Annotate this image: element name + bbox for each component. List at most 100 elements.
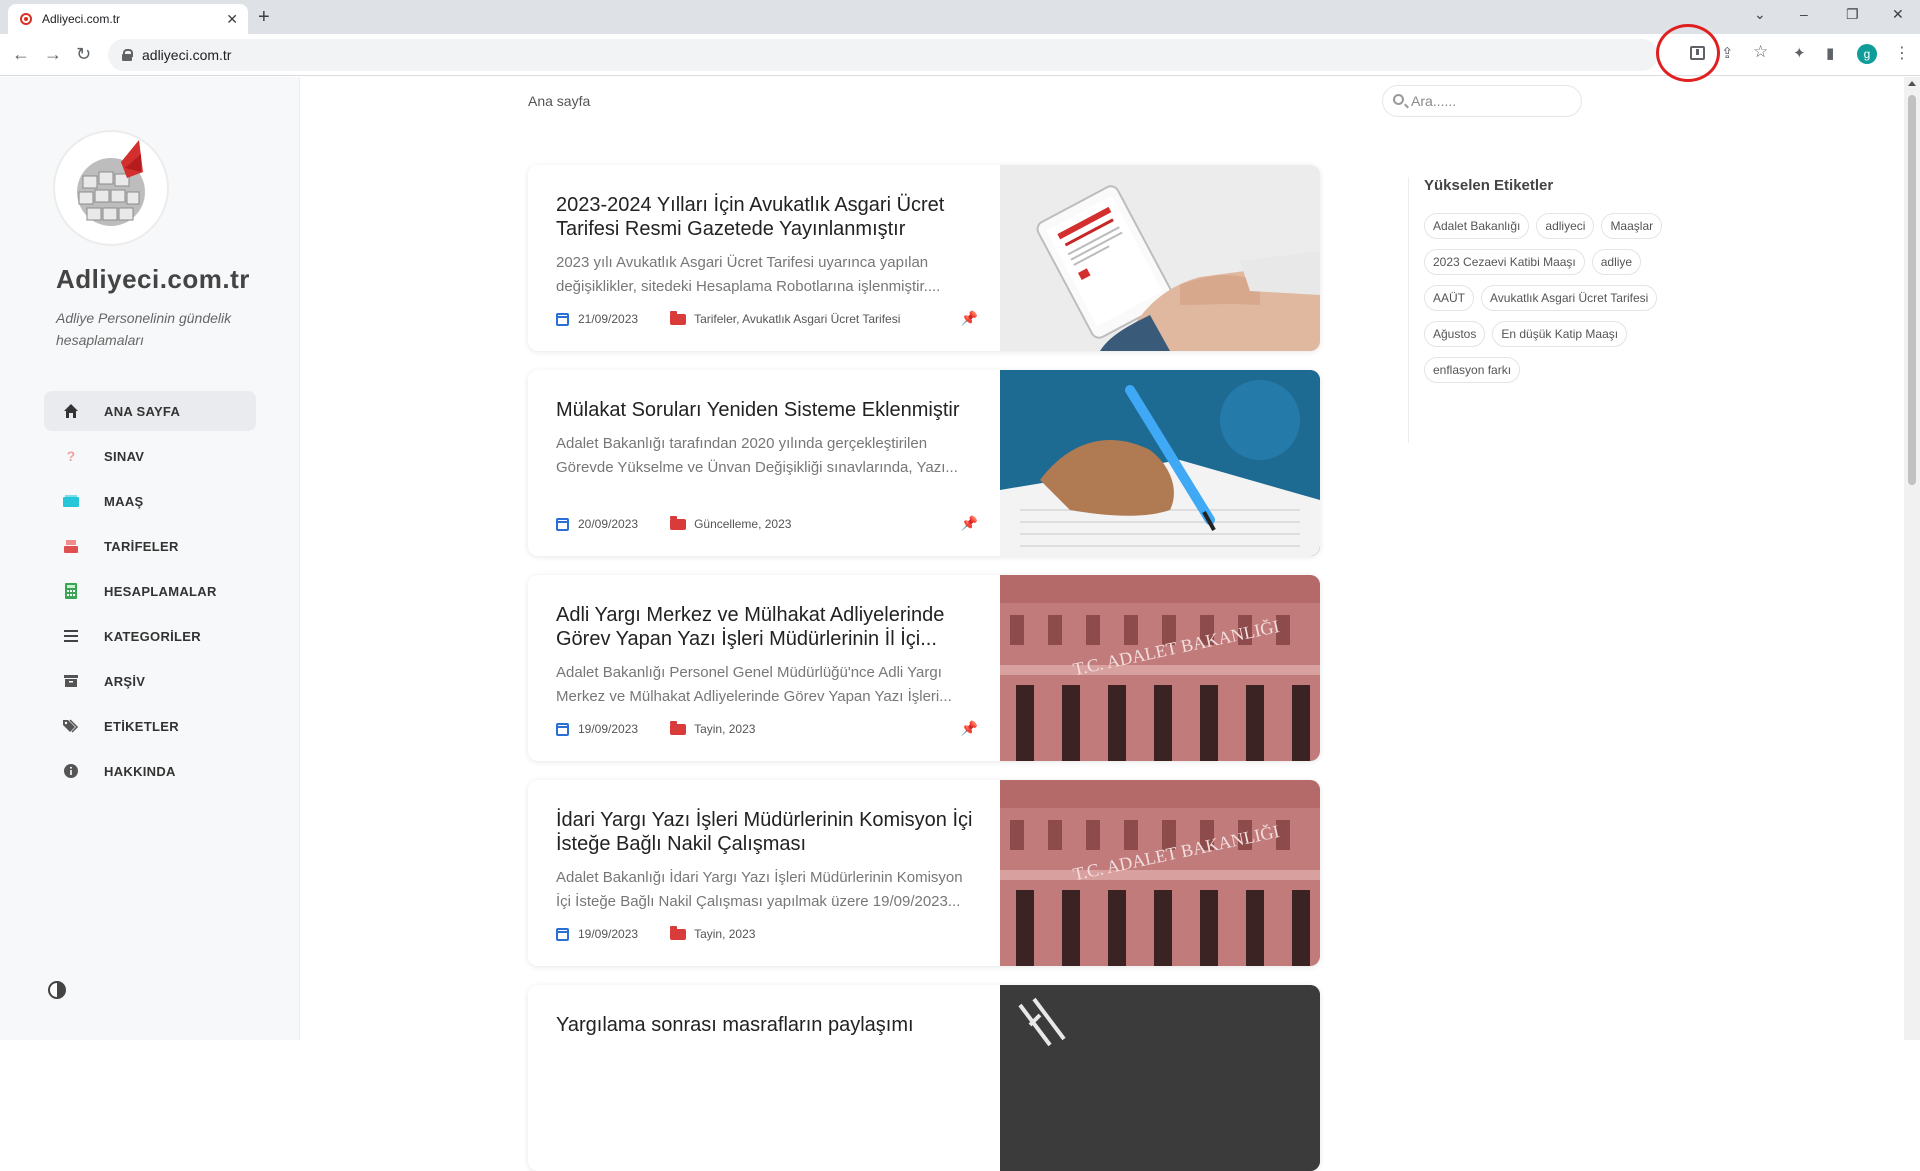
tag-chip[interactable]: Adalet Bakanlığı — [1424, 213, 1530, 239]
back-button[interactable]: ← — [12, 44, 30, 64]
sidebar-menu: ANA SAYFA ? SINAV MAAŞ TARİFELER HESAPLA… — [44, 391, 256, 796]
sidebar-item-sinav[interactable]: ? SINAV — [44, 436, 256, 476]
post-thumbnail[interactable] — [1000, 165, 1320, 351]
sidebar-item-arsiv[interactable]: ARŞİV — [44, 661, 256, 701]
question-icon: ? — [66, 448, 76, 464]
post-title[interactable]: Yargılama sonrası masrafların paylaşımı — [556, 1013, 976, 1037]
sidebar-item-etiketler[interactable]: ETİKETLER — [44, 706, 256, 746]
post-thumbnail[interactable] — [1000, 985, 1320, 1171]
ministry-building-image: T.C. ADALET BAKANLIĞI — [1000, 575, 1320, 761]
hand-writing-image — [1000, 370, 1320, 556]
tablet-gazette-image — [1000, 165, 1320, 351]
tab-search-icon[interactable]: ⌄ — [1754, 6, 1766, 23]
post-thumbnail[interactable]: T.C. ADALET BAKANLIĞI — [1000, 780, 1320, 966]
calendar-icon — [556, 927, 569, 941]
tag-chip[interactable]: 2023 Cezaevi Katibi Maaşı — [1424, 249, 1585, 275]
ministry-building-image: T.C. ADALET BAKANLIĞI — [1000, 780, 1320, 966]
web-page: Adliyeci.com.tr Adliye Personelinin günd… — [0, 77, 1920, 1171]
tag-chip[interactable]: En düşük Katip Maaşı — [1492, 321, 1628, 347]
post-title[interactable]: Mülakat Soruları Yeniden Sisteme Eklenmi… — [556, 398, 976, 422]
post-card[interactable]: İdari Yargı Yazı İşleri Müdürlerinin Kom… — [528, 780, 1320, 966]
post-body: Adli Yargı Merkez ve Mülhakat Adliyeleri… — [556, 603, 976, 709]
post-categories[interactable]: Tarifeler, Avukatlık Asgari Ücret Tarife… — [694, 312, 900, 326]
post-card[interactable]: 2023-2024 Yılları İçin Avukatlık Asgari … — [528, 165, 1320, 351]
sidebar-item-label: HESAPLAMALAR — [104, 583, 217, 599]
tag-chip[interactable]: adliyeci — [1536, 213, 1595, 239]
sidebar-item-label: ARŞİV — [104, 673, 146, 689]
post-title[interactable]: İdari Yargı Yazı İşleri Müdürlerinin Kom… — [556, 808, 976, 856]
sidebar-item-hakkinda[interactable]: HAKKINDA — [44, 751, 256, 791]
tag-chip[interactable]: enflasyon farkı — [1424, 357, 1521, 383]
browser-tab-strip: Adliyeci.com.tr ✕ + ⌄ – ❐ ✕ — [0, 0, 1920, 34]
share-icon[interactable]: ⇪ — [1721, 46, 1734, 62]
sidebar-item-label: TARİFELER — [104, 538, 179, 554]
post-card[interactable]: Adli Yargı Merkez ve Mülhakat Adliyeleri… — [528, 575, 1320, 761]
post-excerpt: Adalet Bakanlığı Personel Genel Müdürlüğ… — [556, 664, 952, 705]
search-icon — [1393, 94, 1404, 105]
tag-chip[interactable]: Avukatlık Asgari Ücret Tarifesi — [1481, 285, 1658, 311]
tag-chip[interactable]: adliye — [1591, 249, 1642, 275]
post-categories[interactable]: Tayin, 2023 — [694, 927, 755, 941]
post-body: İdari Yargı Yazı İşleri Müdürlerinin Kom… — [556, 808, 976, 914]
bookmark-star-icon[interactable]: ☆ — [1753, 43, 1768, 60]
cash-register-icon — [62, 537, 80, 555]
site-description: Adliye Personelinin gündelik hesaplamala… — [56, 310, 232, 348]
post-categories[interactable]: Güncelleme, 2023 — [694, 517, 791, 531]
site-favicon-icon — [20, 13, 32, 25]
tag-chip[interactable]: Maaşlar — [1601, 213, 1663, 239]
site-logo[interactable] — [55, 132, 167, 244]
post-body: Yargılama sonrası masrafların paylaşımı — [556, 1013, 976, 1037]
forward-button[interactable]: → — [44, 44, 62, 64]
lock-icon[interactable] — [122, 49, 133, 61]
archive-icon — [62, 672, 80, 690]
post-date: 19/09/2023 — [578, 927, 639, 941]
sidebar-item-maas[interactable]: MAAŞ — [44, 481, 256, 521]
browser-tab[interactable]: Adliyeci.com.tr ✕ — [8, 4, 248, 34]
address-bar[interactable]: adliyeci.com.tr — [108, 39, 1658, 71]
sidebar-item-kategoriler[interactable]: KATEGORİLER — [44, 616, 256, 656]
minimize-button[interactable]: – — [1800, 6, 1808, 22]
site-name[interactable]: Adliyeci.com.tr — [56, 264, 250, 295]
calendar-icon — [556, 722, 569, 736]
pin-icon: 📌 — [960, 720, 978, 736]
tag-chip[interactable]: AAÜT — [1424, 285, 1475, 311]
scroll-up-icon[interactable] — [1908, 81, 1916, 86]
post-body: Mülakat Soruları Yeniden Sisteme Eklenmi… — [556, 398, 976, 480]
post-meta: 19/09/2023 Tayin, 2023 — [556, 925, 976, 941]
trending-tags-heading: Yükselen Etiketler — [1424, 177, 1554, 194]
list-icon — [62, 627, 80, 645]
post-thumbnail[interactable]: T.C. ADALET BAKANLIĞI — [1000, 575, 1320, 761]
post-thumbnail[interactable] — [1000, 370, 1320, 556]
breadcrumb[interactable]: Ana sayfa — [528, 93, 590, 109]
reload-button[interactable]: ↻ — [76, 44, 91, 64]
browser-toolbar: ← → ↻ adliyeci.com.tr ⇪ ☆ ✦ ▮ g ⋮ — [0, 34, 1920, 76]
post-categories[interactable]: Tayin, 2023 — [694, 722, 755, 736]
new-tab-button[interactable]: + — [258, 6, 270, 28]
tag-chip[interactable]: Ağustos — [1424, 321, 1486, 347]
side-panel-icon[interactable]: ▮ — [1826, 46, 1834, 62]
search-input[interactable] — [1411, 93, 1571, 109]
tab-close-icon[interactable]: ✕ — [226, 11, 238, 28]
post-card[interactable]: Yargılama sonrası masrafların paylaşımı — [528, 985, 1320, 1171]
info-icon — [62, 762, 80, 780]
browser-menu-icon[interactable]: ⋮ — [1894, 46, 1910, 62]
close-window-button[interactable]: ✕ — [1892, 6, 1904, 23]
search-box[interactable] — [1382, 85, 1582, 117]
post-title[interactable]: 2023-2024 Yılları İçin Avukatlık Asgari … — [556, 193, 976, 241]
sidebar-item-ana-sayfa[interactable]: ANA SAYFA — [44, 391, 256, 431]
calendar-icon — [556, 517, 569, 531]
profile-avatar[interactable]: g — [1857, 44, 1877, 64]
page-scrollbar[interactable] — [1904, 77, 1920, 1040]
url-text[interactable]: adliyeci.com.tr — [142, 47, 231, 63]
post-body: 2023-2024 Yılları İçin Avukatlık Asgari … — [556, 193, 976, 299]
extensions-icon[interactable]: ✦ — [1793, 46, 1806, 62]
sidebar-item-hesaplamalar[interactable]: HESAPLAMALAR — [44, 571, 256, 611]
restore-button[interactable]: ❐ — [1846, 6, 1859, 23]
theme-toggle-icon[interactable] — [48, 981, 66, 999]
post-title[interactable]: Adli Yargı Merkez ve Mülhakat Adliyeleri… — [556, 603, 976, 651]
trending-tags-list: Adalet Bakanlığı adliyeci Maaşlar 2023 C… — [1424, 213, 1664, 383]
sidebar-item-tarifeler[interactable]: TARİFELER — [44, 526, 256, 566]
post-card[interactable]: Mülakat Soruları Yeniden Sisteme Eklenmi… — [528, 370, 1320, 556]
post-meta: 19/09/2023 Tayin, 2023 📌 — [556, 720, 978, 736]
scrollbar-thumb[interactable] — [1908, 95, 1916, 485]
